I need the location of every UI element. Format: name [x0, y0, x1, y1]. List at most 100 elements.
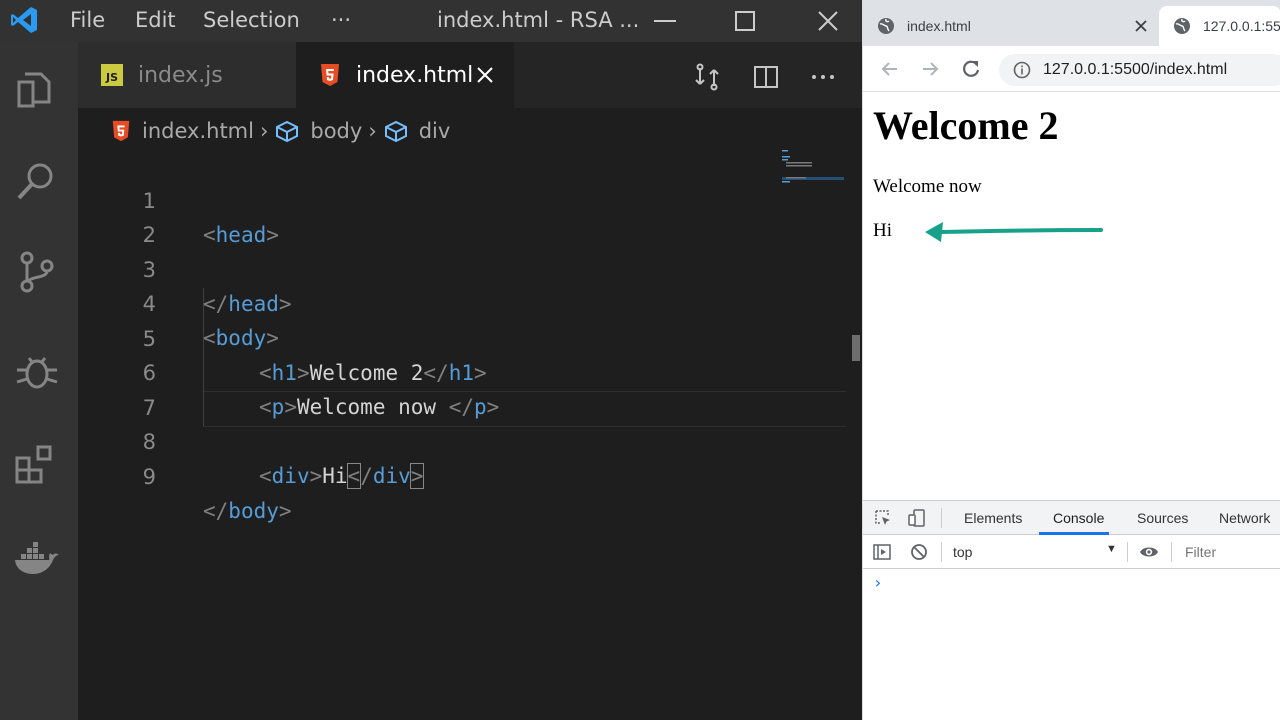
explorer-icon[interactable]	[13, 66, 59, 112]
tab-label: index.html	[356, 62, 474, 88]
globe-icon	[1174, 18, 1190, 34]
live-expression-eye-icon[interactable]	[1139, 542, 1159, 562]
tab-index-js[interactable]: JS index.js	[78, 42, 296, 108]
url-text: 127.0.0.1:5500/index.html	[1043, 61, 1228, 78]
docker-icon[interactable]	[13, 536, 59, 582]
editor-scroll-thumb[interactable]	[852, 335, 860, 361]
page-paragraph: Welcome now	[873, 176, 982, 197]
divider	[941, 542, 942, 562]
code-tag: div	[372, 464, 411, 488]
console-prompt-icon[interactable]: ›	[873, 573, 883, 592]
code-line: 1 <head>	[78, 150, 778, 247]
annotation-arrow-icon	[925, 222, 1103, 242]
tab-index-html[interactable]: index.html	[296, 42, 514, 108]
reload-icon[interactable]	[960, 58, 982, 80]
activity-bar	[0, 42, 78, 720]
code-line: 7	[78, 357, 778, 420]
context-selector[interactable]: top	[953, 544, 972, 560]
source-control-icon[interactable]	[13, 248, 59, 294]
run-debug-icon[interactable]	[13, 348, 59, 394]
globe-icon	[878, 18, 894, 34]
html5-file-icon	[112, 120, 130, 142]
open-changes-icon[interactable]	[692, 62, 722, 92]
devtools-tab-console[interactable]: Console	[1053, 510, 1104, 526]
maximize-icon[interactable]	[730, 6, 760, 36]
bracket-match-highlight: >	[409, 463, 425, 489]
js-file-icon: JS	[101, 64, 123, 86]
code-line: 5 <h1>Welcome 2</h1>	[78, 288, 778, 385]
divider	[1171, 542, 1172, 562]
devtools-tab-bar: Elements Console Sources Network	[863, 501, 1280, 535]
minimize-icon[interactable]	[650, 6, 680, 36]
breadcrumb: index.html › body › div	[78, 110, 862, 152]
extensions-icon[interactable]	[13, 442, 59, 488]
caret-down-icon[interactable]: ▼	[1106, 543, 1117, 555]
page-div-text: Hi	[873, 220, 892, 241]
code-line: 3 </head>	[78, 219, 778, 316]
divider	[1127, 542, 1128, 562]
vscode-window: File Edit Selection ··· index.html - RSA…	[0, 0, 862, 720]
page-heading: Welcome 2	[873, 103, 1059, 148]
window-title: index.html - RSA ...	[437, 8, 640, 32]
device-toolbar-icon[interactable]	[907, 508, 927, 528]
breadcrumb-item-file[interactable]: index.html	[142, 119, 254, 143]
devtools-panel: Elements Console Sources Network top ▼ F…	[863, 500, 1280, 720]
browser-window: index.html 127.0.0.1:55 127.0.0.1:5500/i…	[862, 0, 1280, 720]
menu-selection[interactable]: Selection	[203, 8, 300, 32]
breadcrumb-item-body[interactable]: body	[310, 119, 362, 143]
console-toolbar: top ▼	[863, 535, 1280, 569]
bracket-match-highlight: <	[346, 463, 362, 489]
browser-tab-localhost[interactable]: 127.0.0.1:55	[1159, 6, 1280, 46]
code-text: Hi	[322, 464, 348, 488]
search-icon[interactable]	[13, 158, 59, 204]
tab-label: index.js	[138, 62, 223, 88]
close-tab-icon[interactable]	[1133, 18, 1149, 34]
chevron-right-icon: ›	[259, 119, 269, 143]
browser-toolbar: 127.0.0.1:5500/index.html	[863, 46, 1280, 92]
minimap[interactable]	[782, 150, 844, 190]
address-bar[interactable]: 127.0.0.1:5500/index.html	[999, 54, 1280, 86]
inspect-element-icon[interactable]	[873, 508, 893, 528]
code-line: 9 </body>	[78, 426, 778, 523]
devtools-tab-sources[interactable]: Sources	[1137, 510, 1188, 526]
forward-arrow-icon[interactable]	[919, 58, 941, 80]
code-line: 6 <p>Welcome now </p>	[78, 322, 778, 419]
show-sidebar-icon[interactable]	[872, 542, 892, 562]
symbol-element-icon	[384, 120, 407, 143]
breadcrumb-item-div[interactable]: div	[419, 119, 451, 143]
clear-console-icon[interactable]	[909, 542, 929, 562]
code-tag: div	[271, 464, 310, 488]
code-line: 4 <body>	[78, 253, 778, 350]
code-tag: body	[228, 499, 279, 523]
browser-tab-strip: index.html 127.0.0.1:55	[863, 0, 1280, 46]
web-page-content: Welcome 2 Welcome now Hi	[863, 92, 1280, 500]
browser-tab-label: 127.0.0.1:55	[1203, 18, 1280, 34]
browser-tab-label: index.html	[907, 18, 971, 34]
console-filter-input[interactable]	[1177, 541, 1280, 563]
more-actions-icon[interactable]	[808, 62, 838, 92]
menu-edit[interactable]: Edit	[135, 8, 176, 32]
info-icon[interactable]	[1013, 61, 1031, 79]
chevron-right-icon: ›	[368, 119, 377, 143]
devtools-tab-network[interactable]: Network	[1219, 510, 1270, 526]
editor-tab-bar: JS index.js index.html	[78, 42, 862, 108]
editor-scrollbar[interactable]	[846, 108, 862, 720]
devtools-tab-elements[interactable]: Elements	[964, 510, 1022, 526]
code-editor[interactable]: 1 <head> 2 3 </head> 4 <body> 5 <h1>Welc…	[78, 150, 855, 720]
close-tab-icon[interactable]	[474, 64, 496, 86]
split-editor-icon[interactable]	[751, 62, 781, 92]
menu-file[interactable]: File	[70, 8, 105, 32]
symbol-element-icon	[276, 120, 299, 143]
menu-more[interactable]: ···	[331, 8, 351, 32]
vscode-logo-icon	[11, 7, 37, 33]
line-number: 9	[142, 465, 156, 489]
code-line: 8 <div>Hi</div>	[78, 391, 778, 489]
browser-tab-index-html[interactable]: index.html	[877, 6, 1157, 46]
svg-text:JS: JS	[105, 71, 118, 84]
close-window-icon[interactable]	[813, 6, 843, 36]
code-line: 2	[78, 184, 778, 247]
divider	[941, 508, 942, 528]
back-arrow-icon[interactable]	[879, 58, 901, 80]
title-bar: File Edit Selection ··· index.html - RSA…	[0, 0, 862, 42]
html5-file-icon	[321, 64, 339, 86]
